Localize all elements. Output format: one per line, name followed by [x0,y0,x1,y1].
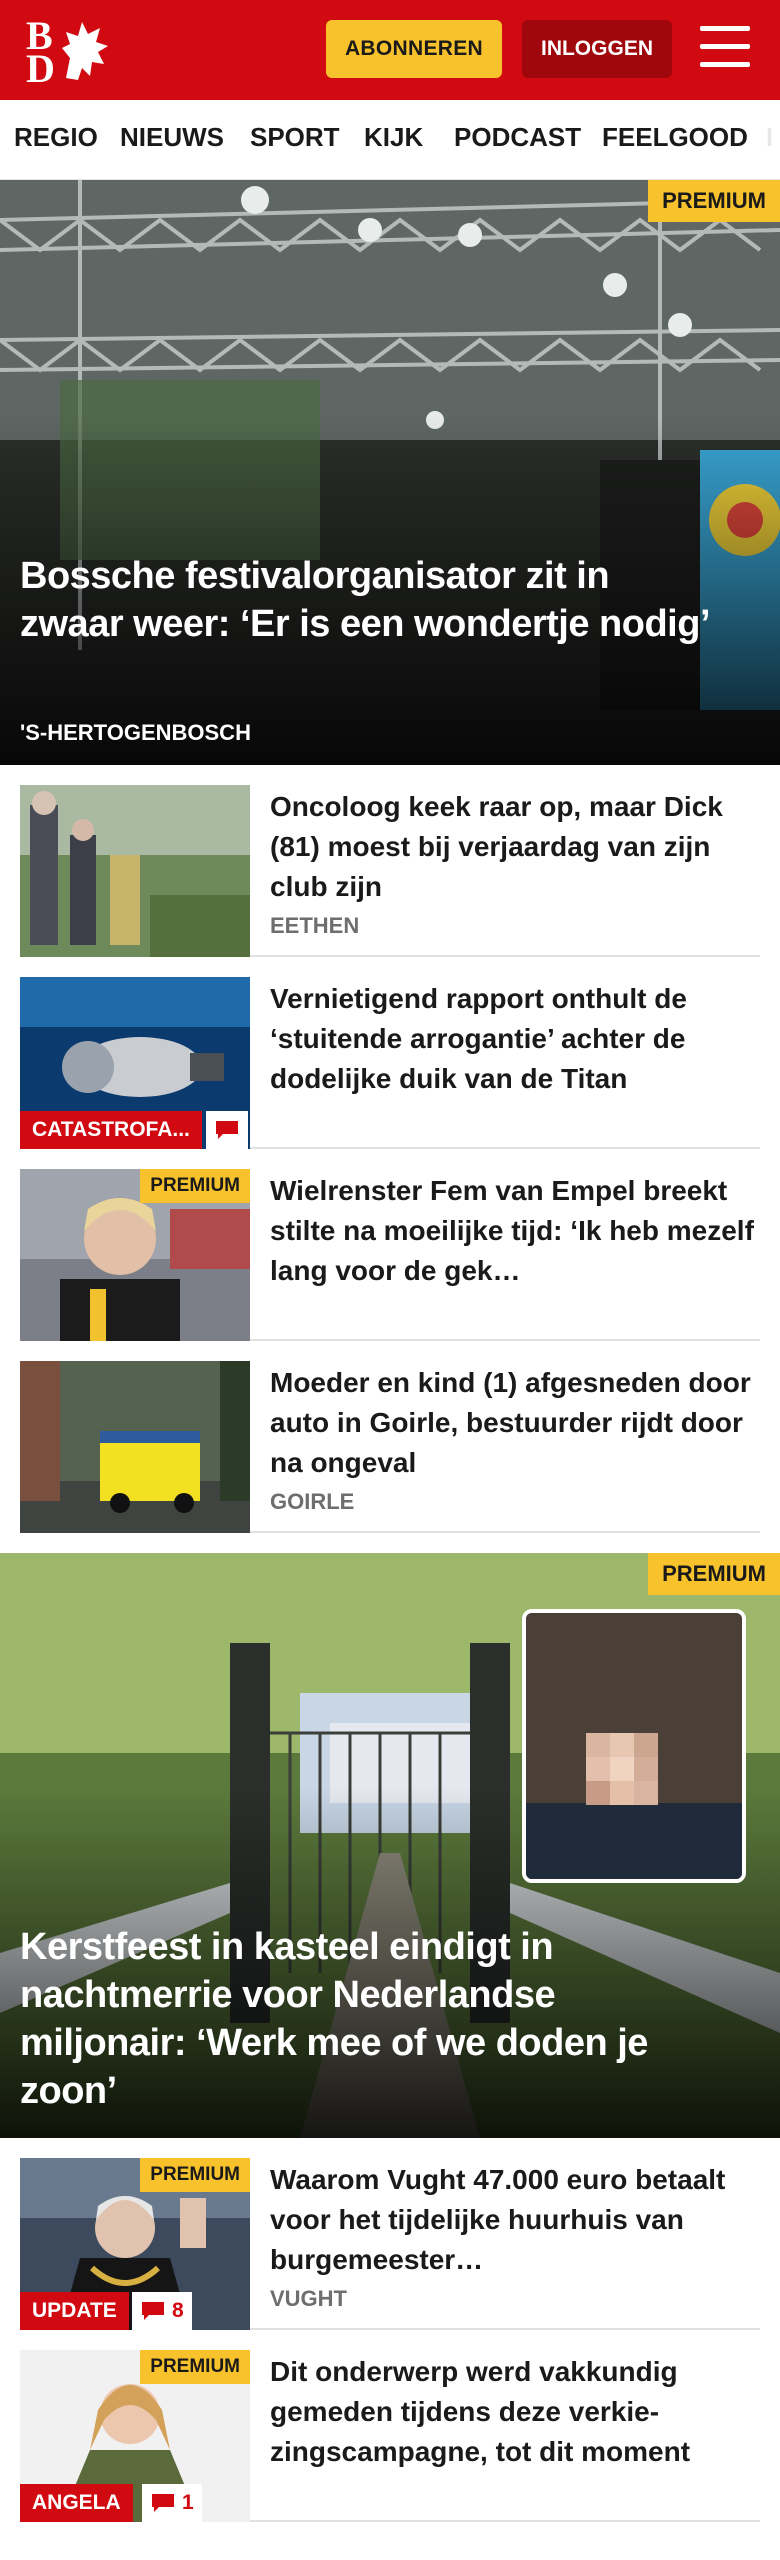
hero-title[interactable]: Kerstfeest in kasteel eindigt in nachtme… [20,1923,720,2115]
premium-badge: PREMIUM [140,1169,250,1203]
premium-badge: PREMIUM [140,2350,250,2384]
article-thumbnail [20,785,250,957]
nav-item-sport[interactable]: SPORT [250,122,340,153]
nav-fade [750,100,780,179]
category-label: UPDATE [20,2292,129,2330]
article-location: EETHEN [270,913,360,938]
comment-indicator[interactable]: 8 [132,2292,192,2330]
article-title[interactable]: Dit onderwerp werd vakkundig gemeden tij… [270,2352,760,2472]
nav-item-nieuws[interactable]: NIEUWS [120,122,224,153]
article-thumbnail: CATASTROFA... [20,977,250,1149]
list-item[interactable]: PREMIUM ANGELA 1 Dit onderwerp werd vakk… [20,2350,760,2522]
article-title[interactable]: Oncoloog keek raar op, maar Dick (81) mo… [270,787,760,907]
list-item[interactable]: Oncoloog keek raar op, maar Dick (81) mo… [20,785,760,957]
bd-logo[interactable]: B D [26,16,116,91]
subscribe-button[interactable]: ABONNEREN [326,20,502,78]
list-item[interactable]: CATASTROFA... Vernietigend rapport onthu… [20,977,760,1149]
article-location: VUGHT [270,2286,347,2311]
comment-bubble-icon [142,2302,164,2320]
nav-item-podcast[interactable]: PODCAST [454,122,581,153]
hero-article-festival[interactable]: PREMIUM Bossche festivalorganisator zit … [0,180,780,765]
comment-count: 1 [182,2491,194,2514]
comment-indicator[interactable]: 1 [142,2484,202,2522]
article-title[interactable]: Wielrenster Fem van Empel breekt stilte … [270,1171,760,1291]
article-thumbnail: PREMIUM [20,1169,250,1341]
login-button[interactable]: INLOGGEN [522,20,672,78]
list-item[interactable]: Moeder en kind (1) afgesneden door auto … [20,1361,760,1533]
category-nav: REGIO NIEUWS SPORT KIJK PODCAST FEELGOOD… [0,100,780,180]
article-thumbnail: PREMIUM ANGELA 1 [20,2350,250,2522]
article-title[interactable]: Vernietigend rapport onthult de ‘stuiten… [270,979,760,1099]
premium-badge: PREMIUM [648,180,780,222]
comment-count: 8 [172,2299,184,2322]
article-thumbnail [20,1361,250,1533]
premium-badge: PREMIUM [648,1553,780,1595]
comment-bubble-icon [152,2494,174,2512]
site-header: B D ABONNEREN INLOGGEN [0,0,780,100]
list-item[interactable]: PREMIUM UPDATE 8 Waarom Vught 47.000 eur… [20,2158,760,2330]
nav-item-regio[interactable]: REGIO [14,122,98,153]
article-location: GOIRLE [270,1489,355,1514]
nav-item-feelgood[interactable]: FEELGOOD [602,122,748,153]
category-label: ANGELA [20,2484,133,2522]
hamburger-menu-icon[interactable] [700,26,754,72]
comment-bubble-icon [216,1121,238,1139]
hero-location: 'S-HERTOGENBOSCH [20,720,251,745]
hero-title[interactable]: Bossche festivalorganisator zit in zwaar… [20,552,720,648]
article-thumbnail: PREMIUM UPDATE 8 [20,2158,250,2330]
article-title[interactable]: Waarom Vught 47.000 euro betaalt voor he… [270,2160,760,2280]
premium-badge: PREMIUM [140,2158,250,2192]
nav-item-kijk[interactable]: KIJK [364,122,423,153]
category-label: CATASTROFA... [20,1111,202,1149]
griffin-logo-icon [62,22,108,80]
logo-letter-d: D [26,46,55,91]
inset-blurred-photo [522,1609,746,1883]
hero-article-castle[interactable]: PREMIUM Kerstfeest in kasteel eindigt in… [0,1553,780,2138]
article-title[interactable]: Moeder en kind (1) afgesneden door auto … [270,1363,760,1483]
list-item[interactable]: PREMIUM Wielrenster Fem van Empel breekt… [20,1169,760,1341]
comment-indicator[interactable] [206,1111,248,1149]
